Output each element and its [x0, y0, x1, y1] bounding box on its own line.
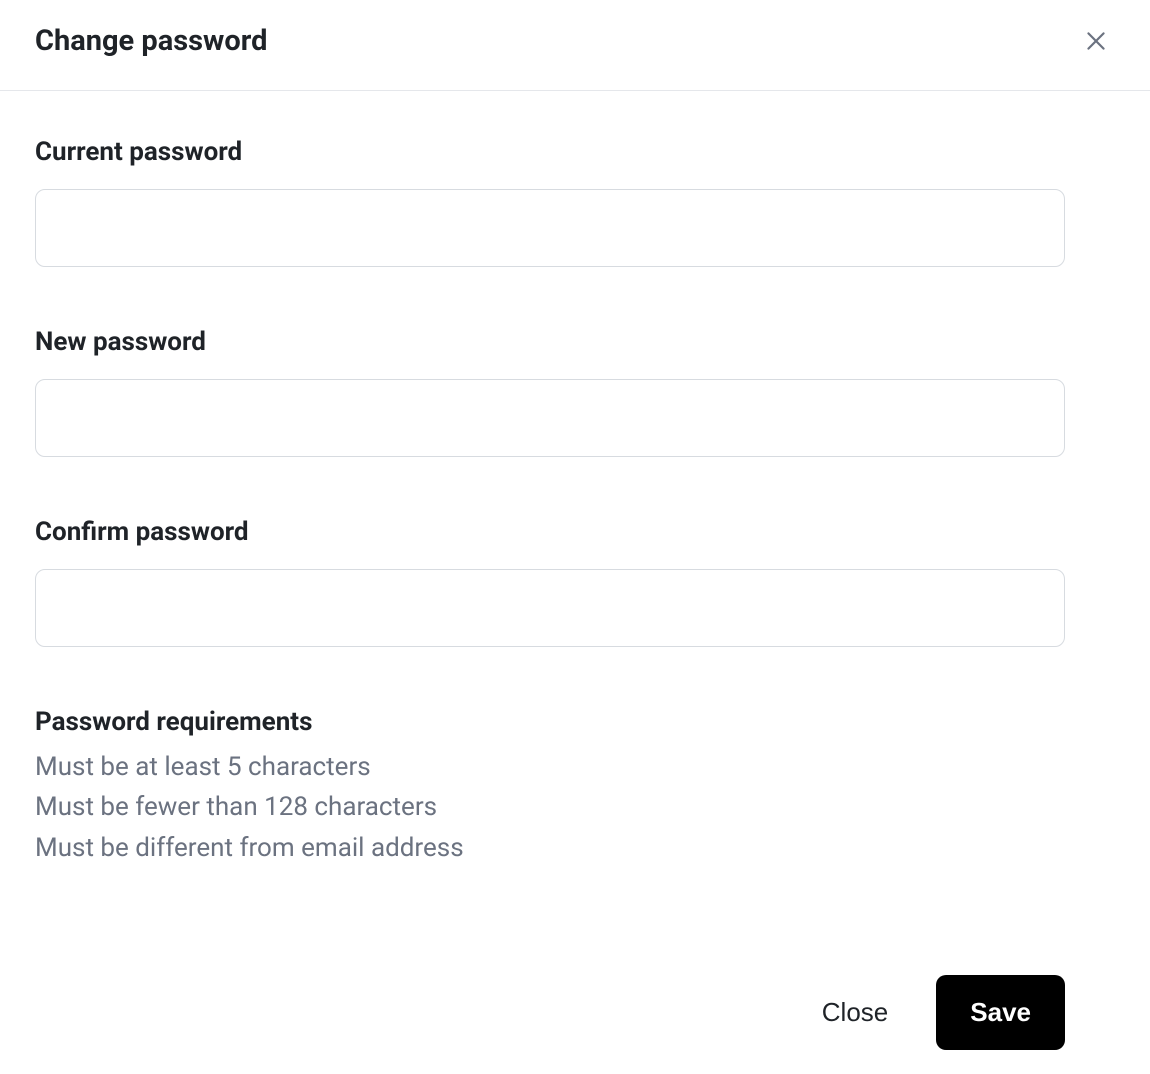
- current-password-input[interactable]: [35, 189, 1065, 267]
- modal-footer: Close Save: [0, 975, 1150, 1074]
- password-requirements: Password requirements Must be at least 5…: [35, 707, 1115, 868]
- requirement-item: Must be at least 5 characters: [35, 747, 1115, 787]
- current-password-label: Current password: [35, 137, 1115, 167]
- change-password-modal: Change password Current password New pas…: [0, 0, 1150, 1074]
- close-icon-button[interactable]: [1077, 22, 1115, 60]
- modal-body: Current password New password Confirm pa…: [0, 91, 1150, 975]
- requirement-item: Must be different from email address: [35, 828, 1115, 868]
- new-password-group: New password: [35, 327, 1115, 457]
- modal-header: Change password: [0, 0, 1150, 91]
- confirm-password-label: Confirm password: [35, 517, 1115, 547]
- requirement-item: Must be fewer than 128 characters: [35, 787, 1115, 827]
- confirm-password-input[interactable]: [35, 569, 1065, 647]
- new-password-input[interactable]: [35, 379, 1065, 457]
- save-button[interactable]: Save: [936, 975, 1065, 1050]
- modal-title: Change password: [35, 24, 267, 58]
- new-password-label: New password: [35, 327, 1115, 357]
- requirements-title: Password requirements: [35, 707, 1115, 737]
- close-icon: [1083, 28, 1109, 54]
- current-password-group: Current password: [35, 137, 1115, 267]
- confirm-password-group: Confirm password: [35, 517, 1115, 647]
- close-button[interactable]: Close: [812, 975, 898, 1050]
